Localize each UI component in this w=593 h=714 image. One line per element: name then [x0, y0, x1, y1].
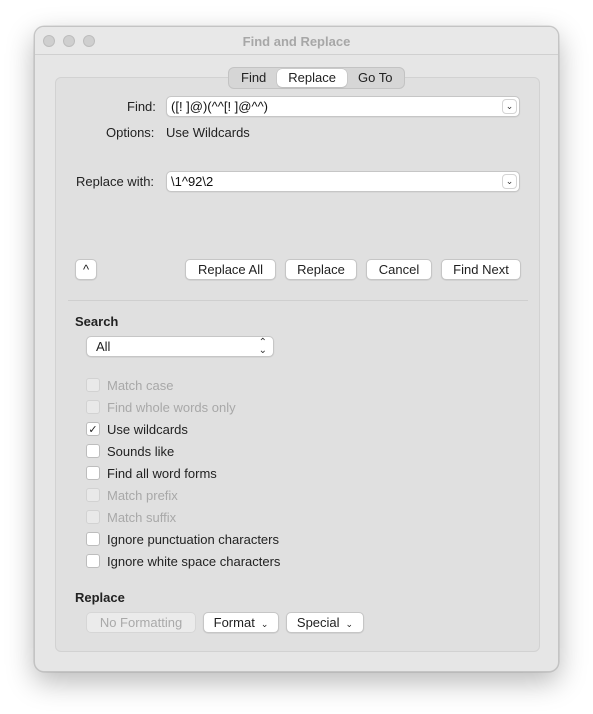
checkbox-ignore-whitespace[interactable]: Ignore white space characters — [86, 552, 280, 570]
checkbox-box[interactable] — [86, 488, 100, 502]
tab-bar: Find Replace Go To — [228, 67, 406, 89]
replace-panel: Find Replace Go To Find: ([! ]@)(^^[! ]@… — [55, 67, 540, 652]
chevron-down-icon: ⌄ — [345, 619, 354, 629]
checkbox-label: Match case — [107, 377, 174, 393]
checkbox-label: Find all word forms — [107, 465, 217, 481]
checkbox-match-prefix[interactable]: Match prefix — [86, 486, 178, 504]
replace-with-input[interactable]: \1^92\2 — [171, 174, 213, 189]
search-scope-select[interactable]: All ⌃ ⌄ — [86, 336, 274, 357]
checkbox-label: Use wildcards — [107, 421, 188, 437]
checkbox-label: Ignore punctuation characters — [107, 531, 279, 547]
checkbox-box[interactable]: ✓ — [86, 422, 100, 436]
checkbox-whole-words[interactable]: Find whole words only — [86, 398, 236, 416]
collapse-options-button[interactable]: ^ — [75, 259, 97, 280]
find-replace-window: Find and Replace Find Replace Go To Find… — [34, 26, 559, 672]
replace-history-chevron-icon[interactable]: ⌄ — [502, 174, 517, 189]
checkbox-box[interactable] — [86, 444, 100, 458]
checkbox-word-forms[interactable]: Find all word forms — [86, 464, 217, 482]
options-label: Options: — [106, 125, 155, 140]
find-next-button[interactable]: Find Next — [441, 259, 521, 280]
window-title: Find and Replace — [242, 34, 351, 49]
options-value: Use Wildcards — [166, 125, 250, 140]
chevron-down-icon: ⌄ — [260, 619, 269, 629]
find-history-chevron-icon[interactable]: ⌄ — [502, 99, 517, 114]
replace-all-button[interactable]: Replace All — [185, 259, 276, 280]
replace-with-label: Replace with: — [76, 174, 155, 189]
updown-chevron-icon: ⌃ ⌄ — [258, 337, 267, 356]
find-label: Find: — [127, 99, 156, 114]
tab-go-to[interactable]: Go To — [347, 69, 403, 87]
special-label: Special — [296, 615, 340, 630]
cancel-button[interactable]: Cancel — [366, 259, 432, 280]
checkbox-box[interactable] — [86, 510, 100, 524]
replace-with-combo[interactable]: \1^92\2 ⌄ — [166, 171, 520, 192]
checkbox-label: Sounds like — [107, 443, 175, 459]
format-menu-button[interactable]: Format ⌄ — [203, 612, 279, 633]
checkbox-box[interactable] — [86, 400, 100, 414]
divider — [68, 300, 528, 301]
tab-replace[interactable]: Replace — [277, 69, 347, 87]
checkbox-match-case[interactable]: Match case — [86, 376, 173, 394]
find-input[interactable]: ([! ]@)(^^[! ]@^^) — [171, 99, 268, 114]
checkbox-label: Match prefix — [107, 487, 178, 503]
checkbox-box[interactable] — [86, 466, 100, 480]
title-bar[interactable]: Find and Replace — [35, 27, 558, 55]
format-label: Format — [213, 615, 255, 630]
checkbox-ignore-punctuation[interactable]: Ignore punctuation characters — [86, 530, 279, 548]
checkbox-match-suffix[interactable]: Match suffix — [86, 508, 176, 526]
special-menu-button[interactable]: Special ⌄ — [286, 612, 364, 633]
checkbox-box[interactable] — [86, 532, 100, 546]
checkbox-sounds-like[interactable]: Sounds like — [86, 442, 174, 460]
checkmark-icon: ✓ — [88, 423, 98, 436]
checkbox-box[interactable] — [86, 378, 100, 392]
checkbox-label: Ignore white space characters — [107, 553, 281, 569]
no-formatting-button[interactable]: No Formatting — [86, 612, 196, 633]
tab-find[interactable]: Find — [230, 69, 277, 87]
replace-heading: Replace — [75, 590, 125, 605]
checkbox-use-wildcards[interactable]: ✓ Use wildcards — [86, 420, 188, 438]
chevron-up-icon: ^ — [82, 262, 90, 277]
checkbox-label: Find whole words only — [107, 399, 236, 415]
checkbox-label: Match suffix — [107, 509, 177, 525]
search-heading: Search — [75, 314, 119, 329]
find-combo[interactable]: ([! ]@)(^^[! ]@^^) ⌄ — [166, 96, 520, 117]
replace-button[interactable]: Replace — [285, 259, 357, 280]
search-scope-value: All — [96, 339, 111, 354]
checkbox-box[interactable] — [86, 554, 100, 568]
